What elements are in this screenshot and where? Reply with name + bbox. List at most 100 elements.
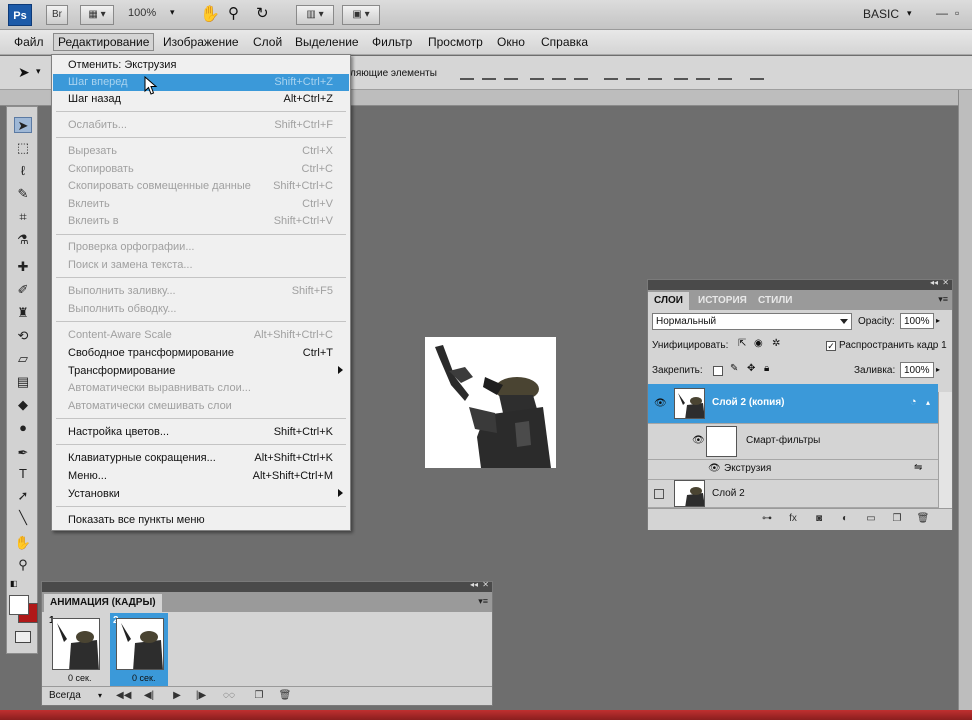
chevron-down-icon[interactable]: ▾ [98,691,102,700]
menu-file[interactable]: Файл [10,34,48,50]
distribute-bottom-icon[interactable] [648,66,662,80]
menu-help[interactable]: Справка [537,34,592,50]
dodge-tool-icon[interactable]: ● [14,420,32,436]
unify-visibility-icon[interactable]: ◉ [754,338,763,349]
menu-item-content-aware-scale[interactable]: Content-Aware Scale Alt+Shift+Ctrl+C [53,327,349,344]
layer-row[interactable]: 👁︎ Экструзия ⇋ [648,460,938,480]
menu-item-paste-into[interactable]: Вклеить в Shift+Ctrl+V [53,213,349,230]
tool-preset-dropdown-icon[interactable]: ▾ [36,66,41,77]
menu-item-stroke[interactable]: Выполнить обводку... [53,301,349,318]
panel-menu-icon[interactable]: ▾≡ [938,294,948,305]
visibility-toggle[interactable] [654,489,664,499]
move-tool-icon[interactable]: ➤ [18,64,30,81]
add-mask-icon[interactable]: ◙ [812,513,826,525]
clone-stamp-tool-icon[interactable]: ♜ [14,305,32,321]
screen-mode-button[interactable]: ▣ ▾ [342,5,380,25]
zoom-tool-icon[interactable]: ⚲ [228,4,239,22]
collapsed-panel-dock[interactable] [958,90,972,720]
minimize-icon[interactable]: — [936,6,948,20]
zoom-level[interactable]: 100% [128,7,156,19]
shape-tool-icon[interactable]: ╲ [14,510,32,526]
lock-position-icon[interactable]: ✥ [747,363,755,374]
collapse-panel-icon[interactable]: ◂◂ [470,580,478,589]
menu-item-auto-blend-layers[interactable]: Автоматически смешивать слои [53,398,349,415]
chevron-down-icon[interactable]: ▾ [170,7,175,18]
brush-tool-icon[interactable]: ✐ [14,282,32,298]
menu-window[interactable]: Окно [493,34,529,50]
distribute-hcenter-icon[interactable] [696,66,710,80]
menu-item-keyboard-shortcuts[interactable]: Клавиатурные сокращения... Alt+Shift+Ctrl… [53,450,349,467]
foreground-color-swatch[interactable] [9,595,29,615]
workspace-switcher[interactable]: BASIC [863,7,899,21]
align-hcenter-icon[interactable] [552,66,566,80]
align-right-icon[interactable] [574,66,588,80]
layers-scrollbar[interactable] [938,392,952,508]
arrange-documents-button[interactable]: ▥ ▾ [296,5,334,25]
visibility-eye-icon[interactable]: 👁︎ [654,398,667,409]
animation-frame[interactable]: 1 0 сек. [46,613,104,687]
next-frame-icon[interactable]: |▶ [194,690,208,702]
distribute-right-icon[interactable] [718,66,732,80]
distribute-top-icon[interactable] [604,66,618,80]
view-extras-button[interactable]: ▦ ▾ [80,5,114,25]
frame-delay[interactable]: 0 сек. [68,673,91,683]
align-top-icon[interactable] [460,66,474,80]
menu-view[interactable]: Просмотр [424,34,487,50]
workspace-dropdown-icon[interactable]: ▾ [907,8,912,19]
layer-style-icon[interactable]: fx [786,513,800,525]
opacity-slider-icon[interactable]: ▸ [936,316,940,325]
tab-history[interactable]: ИСТОРИЯ [692,292,753,310]
new-group-icon[interactable]: ▭ [864,513,878,525]
menu-item-step-forward[interactable]: Шаг вперед Shift+Ctrl+Z [53,74,349,91]
tab-styles[interactable]: СТИЛИ [752,292,798,310]
menu-item-spell-check[interactable]: Проверка орфографии... [53,239,349,256]
play-icon[interactable]: ▶ [170,690,184,702]
healing-brush-tool-icon[interactable]: ✚ [14,259,32,275]
panel-header-bar[interactable]: ◂◂ ✕ [648,278,952,290]
layer-row[interactable]: Слой 2 [648,480,938,508]
gradient-tool-icon[interactable]: ▤ [14,374,32,390]
menu-item-step-backward[interactable]: Шаг назад Alt+Ctrl+Z [53,91,349,108]
close-panel-icon[interactable]: ✕ [942,278,949,287]
lock-pixels-icon[interactable]: ✎ [730,363,738,374]
lock-all-icon[interactable]: 🔒︎ [764,363,769,374]
eyedropper-tool-icon[interactable]: ⚗ [14,232,32,248]
auto-align-layers-icon[interactable] [750,66,764,80]
panel-menu-icon[interactable]: ▾≡ [478,596,488,607]
unify-style-icon[interactable]: ✲ [772,338,780,349]
filter-blending-options-icon[interactable]: ⇋ [914,462,922,473]
tween-icon[interactable]: ◌◌ [222,690,236,702]
crop-tool-icon[interactable]: ⌗ [14,209,32,225]
tab-animation-frames[interactable]: АНИМАЦИЯ (КАДРЫ) [44,594,162,612]
menu-item-copy[interactable]: Скопировать Ctrl+C [53,161,349,178]
menu-item-undo[interactable]: Отменить: Экструзия [53,57,349,74]
eraser-tool-icon[interactable]: ▱ [14,351,32,367]
layer-row[interactable]: 👁︎ Смарт-фильтры [648,424,938,460]
marquee-tool-icon[interactable]: ⬚ [14,140,32,156]
menu-item-transform[interactable]: Трансформирование [53,363,349,380]
previous-frame-icon[interactable]: ◀| [142,690,156,702]
tab-layers[interactable]: СЛОИ [648,292,689,310]
delete-frame-icon[interactable]: 🗑︎ [278,690,292,702]
propagate-frame-checkbox[interactable]: ✓ [826,341,836,351]
opacity-field[interactable]: 100% [900,313,934,329]
blur-tool-icon[interactable]: ◆ [14,397,32,413]
menu-item-paste[interactable]: Вклеить Ctrl+V [53,196,349,213]
menu-edit[interactable]: Редактирование [53,33,155,51]
quick-selection-tool-icon[interactable]: ✎ [14,186,32,202]
visibility-eye-icon[interactable]: 👁︎ [708,463,721,474]
quick-mask-icon[interactable] [15,631,31,643]
menu-item-auto-align-layers[interactable]: Автоматически выравнивать слои... [53,380,349,397]
distribute-vcenter-icon[interactable] [626,66,640,80]
menu-item-fade[interactable]: Ослабить... Shift+Ctrl+F [53,117,349,134]
collapse-panel-icon[interactable]: ◂◂ [930,278,938,287]
duplicate-frame-icon[interactable]: ❐ [252,690,266,702]
adjustment-layer-icon[interactable]: ◐ [838,513,852,525]
zoom-tool-icon[interactable]: ⚲ [14,557,32,573]
unify-position-icon[interactable]: ⇱ [738,338,746,349]
align-bottom-icon[interactable] [504,66,518,80]
delete-layer-icon[interactable]: 🗑︎ [916,513,930,525]
lasso-tool-icon[interactable]: ℓ [14,163,32,179]
close-panel-icon[interactable]: ✕ [482,580,489,589]
layer-row[interactable]: 👁︎ Слой 2 (копия) ◔ ▴ [648,384,938,424]
